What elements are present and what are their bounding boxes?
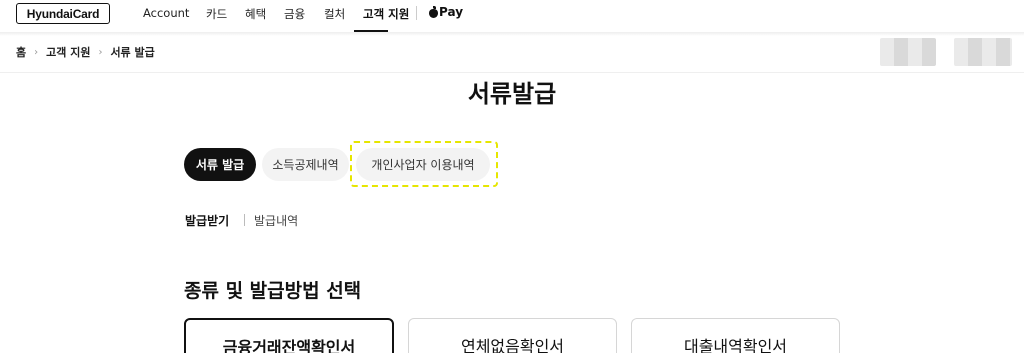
blurred-region <box>880 38 936 66</box>
breadcrumb-home[interactable]: 홈 <box>16 44 26 60</box>
breadcrumb-divider <box>0 72 1024 73</box>
tab-document-issue[interactable]: 서류 발급 <box>184 148 256 181</box>
nav-item-account[interactable]: Account <box>143 6 189 20</box>
blurred-region <box>954 38 1012 66</box>
apple-icon <box>429 5 438 18</box>
nav-divider <box>416 6 417 20</box>
doc-card-balance-certificate[interactable]: 금융거래잔액확인서 <box>184 318 394 353</box>
nav-shadow <box>0 32 1024 36</box>
breadcrumb-support[interactable]: 고객 지원 <box>46 44 90 60</box>
chevron-right-icon: › <box>34 46 39 58</box>
doc-card-loan-history-certificate[interactable]: 대출내역확인서 <box>631 318 840 353</box>
doc-card-no-overdue-certificate[interactable]: 연체없음확인서 <box>408 318 617 353</box>
chevron-right-icon: › <box>98 46 103 58</box>
hyundai-card-logo[interactable]: HyundaiCard <box>16 3 110 24</box>
tab-sole-proprietor-usage[interactable]: 개인사업자 이용내역 <box>356 148 490 181</box>
section-heading: 종류 및 발급방법 선택 <box>184 280 362 302</box>
tab-income-deduction[interactable]: 소득공제내역 <box>262 148 349 181</box>
subtab-issue[interactable]: 발급받기 <box>185 212 229 229</box>
nav-item-card[interactable]: 카드 <box>206 6 227 22</box>
nav-item-finance[interactable]: 금융 <box>284 6 305 22</box>
breadcrumb: 홈 › 고객 지원 › 서류 발급 <box>16 44 155 60</box>
breadcrumb-current: 서류 발급 <box>110 46 155 59</box>
page-title: 서류발급 <box>467 80 557 108</box>
nav-item-benefits[interactable]: 혜택 <box>245 6 266 22</box>
subtab-history[interactable]: 발급내역 <box>254 212 298 229</box>
subtab-divider <box>244 214 245 226</box>
nav-item-apple-pay[interactable]: Pay <box>429 5 463 19</box>
top-nav: HyundaiCard Account 카드 혜택 금융 컬처 고객 지원 Pa… <box>0 0 1024 32</box>
nav-item-support[interactable]: 고객 지원 <box>363 6 409 22</box>
nav-item-culture[interactable]: 컬처 <box>324 6 345 22</box>
apple-pay-label: Pay <box>439 5 464 19</box>
